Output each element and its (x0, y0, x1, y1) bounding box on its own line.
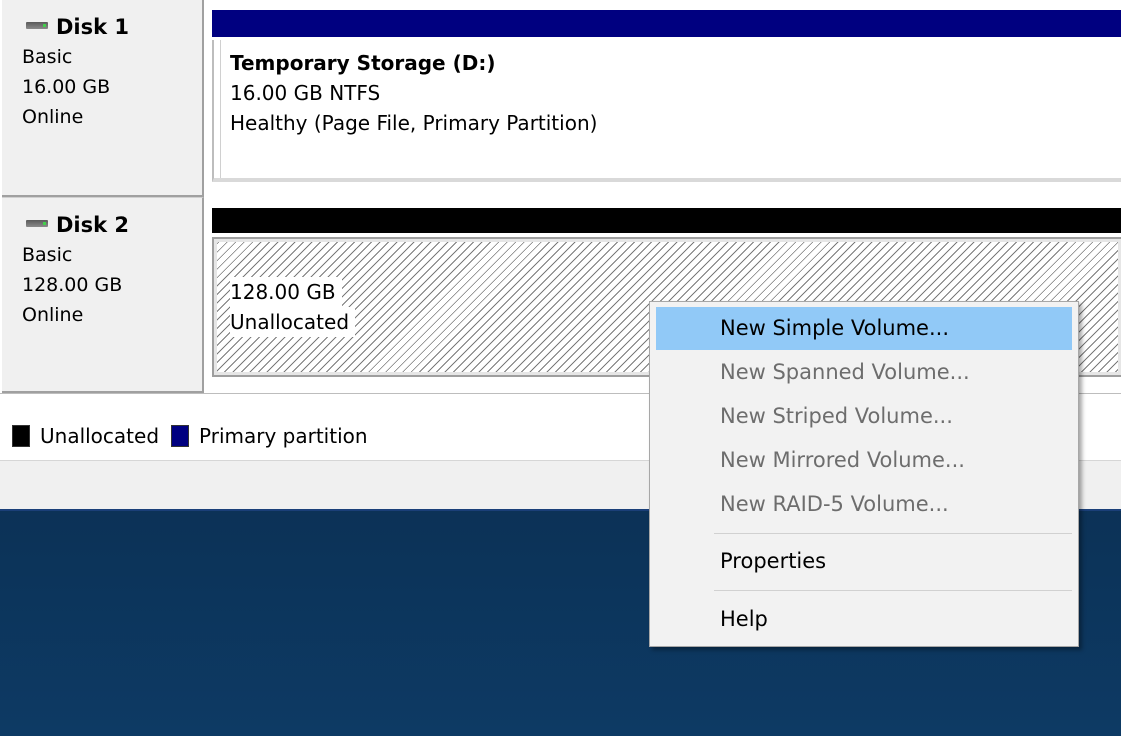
menu-item-help[interactable]: Help (656, 598, 1072, 641)
volume-inner-border (220, 40, 221, 178)
legend-swatch-primary (171, 425, 190, 447)
disk-name: Disk 1 (56, 15, 130, 39)
legend-label-primary: Primary partition (199, 424, 368, 448)
legend-swatch-unallocated (12, 425, 30, 447)
disk-type: Basic (22, 46, 73, 68)
unallocated-label: Unallocated (230, 307, 356, 337)
disk-title-1: Disk 1 (26, 12, 202, 42)
disk-1-volume-area: Temporary Storage (D:) 16.00 GB NTFS Hea… (212, 0, 1121, 197)
menu-separator (714, 590, 1072, 591)
disk-size: 128.00 GB (22, 274, 123, 296)
disk-name: Disk 2 (56, 213, 130, 237)
disk-row-1: Disk 1 Basic 16.00 GB Online Temporary S… (0, 0, 1121, 197)
menu-item-label: Properties (720, 549, 827, 573)
disk-type: Basic (22, 244, 73, 266)
menu-item-label: Help (720, 607, 768, 631)
menu-item-label: New Simple Volume... (720, 316, 949, 340)
disk-label-1[interactable]: Disk 1 Basic 16.00 GB Online (2, 0, 204, 197)
disk-size: 16.00 GB (22, 76, 111, 98)
disk-status: Online (22, 106, 84, 128)
menu-item-new-simple-volume[interactable]: New Simple Volume... (656, 307, 1072, 350)
disk-drive-icon (26, 219, 48, 227)
volume-temporary-storage[interactable]: Temporary Storage (D:) 16.00 GB NTFS Hea… (212, 40, 1121, 182)
menu-item-label: New Striped Volume... (720, 404, 953, 428)
menu-item-label: New Mirrored Volume... (720, 448, 965, 472)
volume-header-bar (212, 10, 1121, 37)
legend-label-unallocated: Unallocated (40, 424, 160, 448)
menu-item-label: New RAID-5 Volume... (720, 492, 949, 516)
disk-title-2: Disk 2 (26, 210, 202, 240)
volume-header-bar (212, 208, 1121, 233)
menu-item-label: New Spanned Volume... (720, 360, 970, 384)
menu-item-properties[interactable]: Properties (656, 540, 1072, 583)
disk-drive-icon (26, 21, 48, 29)
menu-separator (714, 533, 1072, 534)
screen: Disk 1 Basic 16.00 GB Online Temporary S… (0, 0, 1121, 736)
menu-item-new-striped-volume[interactable]: New Striped Volume... (656, 395, 1072, 438)
menu-item-new-mirrored-volume[interactable]: New Mirrored Volume... (656, 439, 1072, 482)
context-menu: New Simple Volume... New Spanned Volume.… (649, 301, 1079, 647)
volume-name: Temporary Storage (D:) (230, 51, 496, 75)
disk-label-2[interactable]: Disk 2 Basic 128.00 GB Online (2, 197, 204, 393)
menu-item-new-spanned-volume[interactable]: New Spanned Volume... (656, 351, 1072, 394)
volume-health: Healthy (Page File, Primary Partition) (230, 111, 598, 135)
unallocated-size: 128.00 GB (230, 277, 342, 307)
menu-item-new-raid5-volume[interactable]: New RAID-5 Volume... (656, 483, 1072, 526)
unallocated-text-block: 128.00 GB Unallocated (230, 277, 356, 337)
legend-items: Unallocated Primary partition (12, 424, 368, 448)
volume-detail: 16.00 GB NTFS (230, 81, 381, 105)
volume-text-block: Temporary Storage (D:) 16.00 GB NTFS Hea… (230, 48, 597, 138)
disk-status: Online (22, 304, 84, 326)
